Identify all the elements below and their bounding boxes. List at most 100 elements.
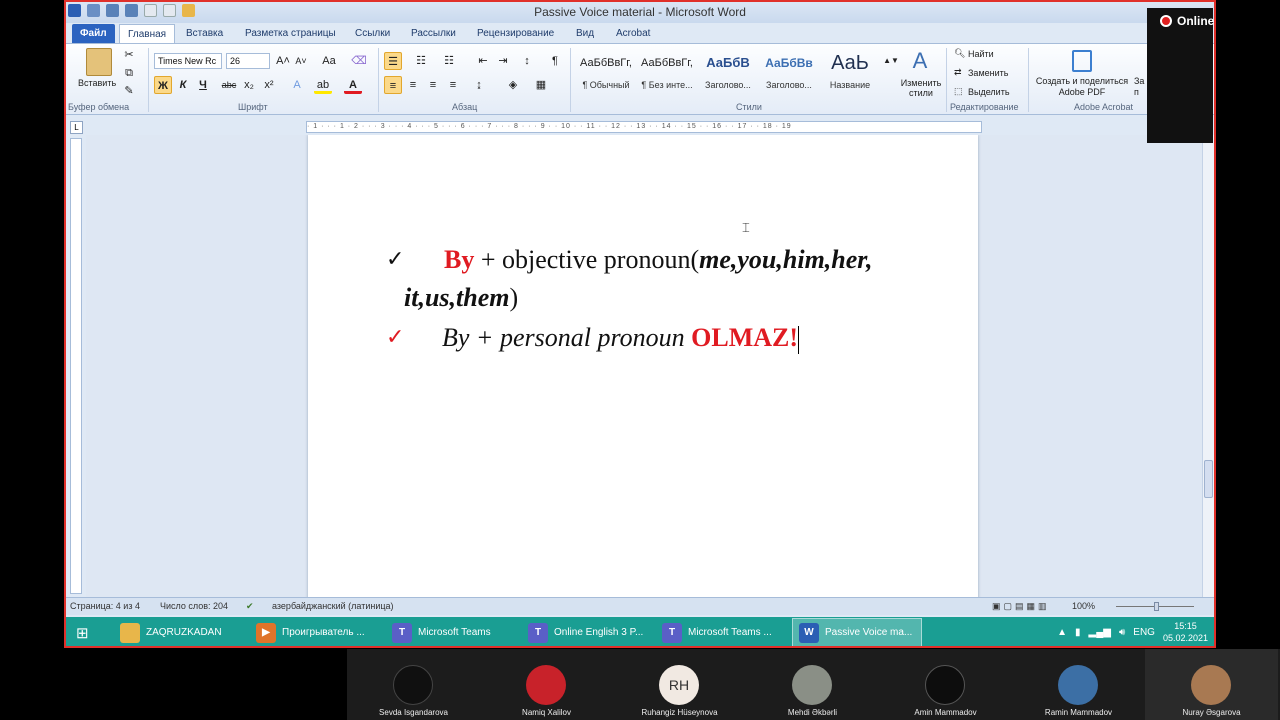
tray-arrow-icon[interactable]: ▲ bbox=[1057, 627, 1067, 638]
clear-format-icon[interactable]: ⌫ bbox=[350, 52, 368, 70]
font-family-combo[interactable]: Times New Rc bbox=[154, 53, 222, 69]
participant-tile[interactable]: RH Ruhangiz Hüseynova bbox=[613, 649, 746, 720]
style-heading-2[interactable]: АаБбВв Заголово... bbox=[759, 48, 819, 94]
underline-button[interactable]: Ч bbox=[194, 76, 212, 94]
start-button[interactable]: ⊞ bbox=[70, 618, 95, 646]
participant-tile[interactable]: Nuray Əsgarova bbox=[1145, 649, 1278, 720]
style-no-spacing[interactable]: АаБбВвГг, ¶ Без инте... bbox=[637, 48, 697, 94]
tab-view[interactable]: Вид bbox=[568, 24, 602, 43]
bullets-icon[interactable]: ☰ bbox=[384, 52, 402, 70]
tab-insert[interactable]: Вставка bbox=[178, 24, 231, 43]
taskbar-item-online-english[interactable]: T Online English 3 P... bbox=[522, 618, 652, 646]
align-right-icon[interactable]: ≡ bbox=[424, 76, 442, 94]
tab-references[interactable]: Ссылки bbox=[347, 24, 398, 43]
vertical-ruler[interactable] bbox=[70, 138, 82, 594]
tab-home[interactable]: Главная bbox=[119, 24, 176, 43]
word-icon: W bbox=[799, 622, 819, 643]
highlight-icon[interactable]: ab bbox=[314, 76, 332, 94]
align-left-icon[interactable]: ≡ bbox=[384, 76, 402, 94]
style-sample: АаБбВвГг, bbox=[580, 57, 632, 69]
scroll-thumb[interactable] bbox=[1204, 460, 1213, 498]
view-buttons-icon[interactable]: ▣▢▤▦▥ bbox=[992, 601, 1050, 612]
line-spacing-icon[interactable]: ↨ bbox=[470, 76, 488, 94]
style-normal[interactable]: АаБбВвГг, ¶ Обычный bbox=[576, 48, 636, 94]
taskbar-item-word[interactable]: W Passive Voice ma... bbox=[792, 618, 922, 646]
doc-line-2[interactable]: it,us,them) bbox=[404, 283, 518, 313]
record-dot-icon bbox=[1160, 15, 1172, 27]
proofing-icon[interactable]: ✔ bbox=[246, 601, 254, 612]
create-pdf-icon[interactable] bbox=[1072, 50, 1092, 72]
taskbar-item-folder[interactable]: ZAQRUZKADAN bbox=[114, 618, 244, 646]
style-sample: АаБбВв bbox=[765, 56, 813, 70]
find-button[interactable]: Найти bbox=[968, 49, 994, 59]
document-area[interactable]: ⌶ ✓ By + objective pronoun(me,you,him,he… bbox=[86, 135, 1202, 597]
strikethrough-button[interactable]: abc bbox=[220, 76, 238, 94]
change-case-icon[interactable]: Aa bbox=[320, 52, 338, 70]
tab-review[interactable]: Рецензирование bbox=[469, 24, 562, 43]
shading-icon[interactable]: ◈ bbox=[504, 76, 522, 94]
style-title[interactable]: АаЬ Название bbox=[820, 48, 880, 94]
doc-line-3[interactable]: By + personal pronoun OLMAZ! bbox=[442, 323, 800, 355]
participant-tile[interactable]: Namiq Xalilov bbox=[480, 649, 613, 720]
superscript-button[interactable]: x² bbox=[260, 76, 278, 94]
tab-acrobat[interactable]: Acrobat bbox=[608, 24, 658, 43]
subscript-button[interactable]: x₂ bbox=[240, 76, 258, 94]
bold-button[interactable]: Ж bbox=[154, 76, 172, 94]
language-indicator-tray[interactable]: ENG bbox=[1133, 627, 1155, 638]
clock[interactable]: 15:15 05.02.2021 bbox=[1163, 620, 1208, 644]
taskbar-item-teams[interactable]: T Microsoft Teams bbox=[386, 618, 516, 646]
copy-icon[interactable]: ⧉ bbox=[120, 64, 138, 82]
tab-selector[interactable]: L bbox=[70, 121, 83, 134]
font-size-combo[interactable]: 26 bbox=[226, 53, 270, 69]
language-indicator[interactable]: азербайджанский (латиница) bbox=[272, 601, 394, 611]
word-count[interactable]: Число слов: 204 bbox=[160, 601, 228, 611]
increase-indent-icon[interactable]: ⇥ bbox=[494, 52, 512, 70]
font-color-icon[interactable]: A bbox=[344, 76, 362, 94]
create-pdf-button[interactable]: Создать и поделиться Adobe PDF bbox=[1032, 76, 1132, 98]
volume-icon[interactable]: 🔊︎ bbox=[1119, 627, 1125, 638]
acrobat-extra-button[interactable]: За п bbox=[1134, 76, 1146, 98]
doc-line-1[interactable]: By + objective pronoun(me,you,him,her, bbox=[444, 245, 872, 275]
italic-button[interactable]: К bbox=[174, 76, 192, 94]
signal-icon[interactable]: ▂▄▆ bbox=[1089, 627, 1111, 638]
style-sample: АаЬ bbox=[831, 52, 869, 74]
paste-icon[interactable] bbox=[86, 48, 112, 76]
participant-tile[interactable]: Sevda Isgandarova bbox=[347, 649, 480, 720]
format-painter-icon[interactable]: ✎ bbox=[120, 82, 138, 100]
document-page[interactable]: ⌶ ✓ By + objective pronoun(me,you,him,he… bbox=[308, 135, 978, 597]
tab-page-layout[interactable]: Разметка страницы bbox=[237, 24, 344, 43]
group-separator bbox=[946, 48, 947, 112]
participant-tile[interactable]: Mehdi Əkbərli bbox=[746, 649, 879, 720]
cut-icon[interactable]: ✂ bbox=[120, 46, 138, 64]
participant-tile[interactable]: Ramin Mammadov bbox=[1012, 649, 1145, 720]
change-styles-button[interactable]: Изменить стили bbox=[896, 78, 946, 98]
justify-icon[interactable]: ≡ bbox=[444, 76, 462, 94]
sort-icon[interactable]: ↕ bbox=[518, 52, 536, 70]
grow-font-icon[interactable]: A˄ bbox=[274, 52, 292, 70]
select-button[interactable]: Выделить bbox=[968, 87, 1010, 97]
show-marks-icon[interactable]: ¶ bbox=[546, 52, 564, 70]
styles-scroll-icon[interactable]: ▲▼ bbox=[882, 52, 900, 70]
horizontal-ruler[interactable]: · 1 · · · 1 · 2 · · · 3 · · · 4 · · · 5 … bbox=[306, 121, 982, 133]
tab-file[interactable]: Файл bbox=[72, 24, 115, 43]
tab-mailings[interactable]: Рассылки bbox=[403, 24, 464, 43]
taskbar-item-player[interactable]: ▶ Проигрыватель ... bbox=[250, 618, 380, 646]
taskbar-item-teams-2[interactable]: T Microsoft Teams ... bbox=[656, 618, 786, 646]
vertical-scrollbar[interactable] bbox=[1202, 135, 1214, 597]
align-center-icon[interactable]: ≡ bbox=[404, 76, 422, 94]
zoom-slider[interactable] bbox=[1102, 602, 1208, 612]
replace-button[interactable]: Заменить bbox=[968, 68, 1008, 78]
multilevel-list-icon[interactable]: ☷ bbox=[440, 52, 458, 70]
shrink-font-icon[interactable]: A˅ bbox=[292, 52, 310, 70]
page-count[interactable]: Страница: 4 из 4 bbox=[70, 601, 140, 611]
network-icon[interactable]: ▮ bbox=[1075, 627, 1081, 638]
paste-button[interactable]: Вставить bbox=[78, 78, 116, 88]
style-heading-1[interactable]: АаБбВ Заголово... bbox=[698, 48, 758, 94]
text-effects-icon[interactable]: A bbox=[288, 76, 306, 94]
change-styles-icon[interactable]: A bbox=[906, 48, 934, 73]
participant-tile[interactable]: Amin Mammadov bbox=[879, 649, 1012, 720]
borders-icon[interactable]: ▦ bbox=[532, 76, 550, 94]
zoom-level[interactable]: 100% bbox=[1072, 601, 1095, 611]
numbering-icon[interactable]: ☷ bbox=[412, 52, 430, 70]
decrease-indent-icon[interactable]: ⇤ bbox=[474, 52, 492, 70]
